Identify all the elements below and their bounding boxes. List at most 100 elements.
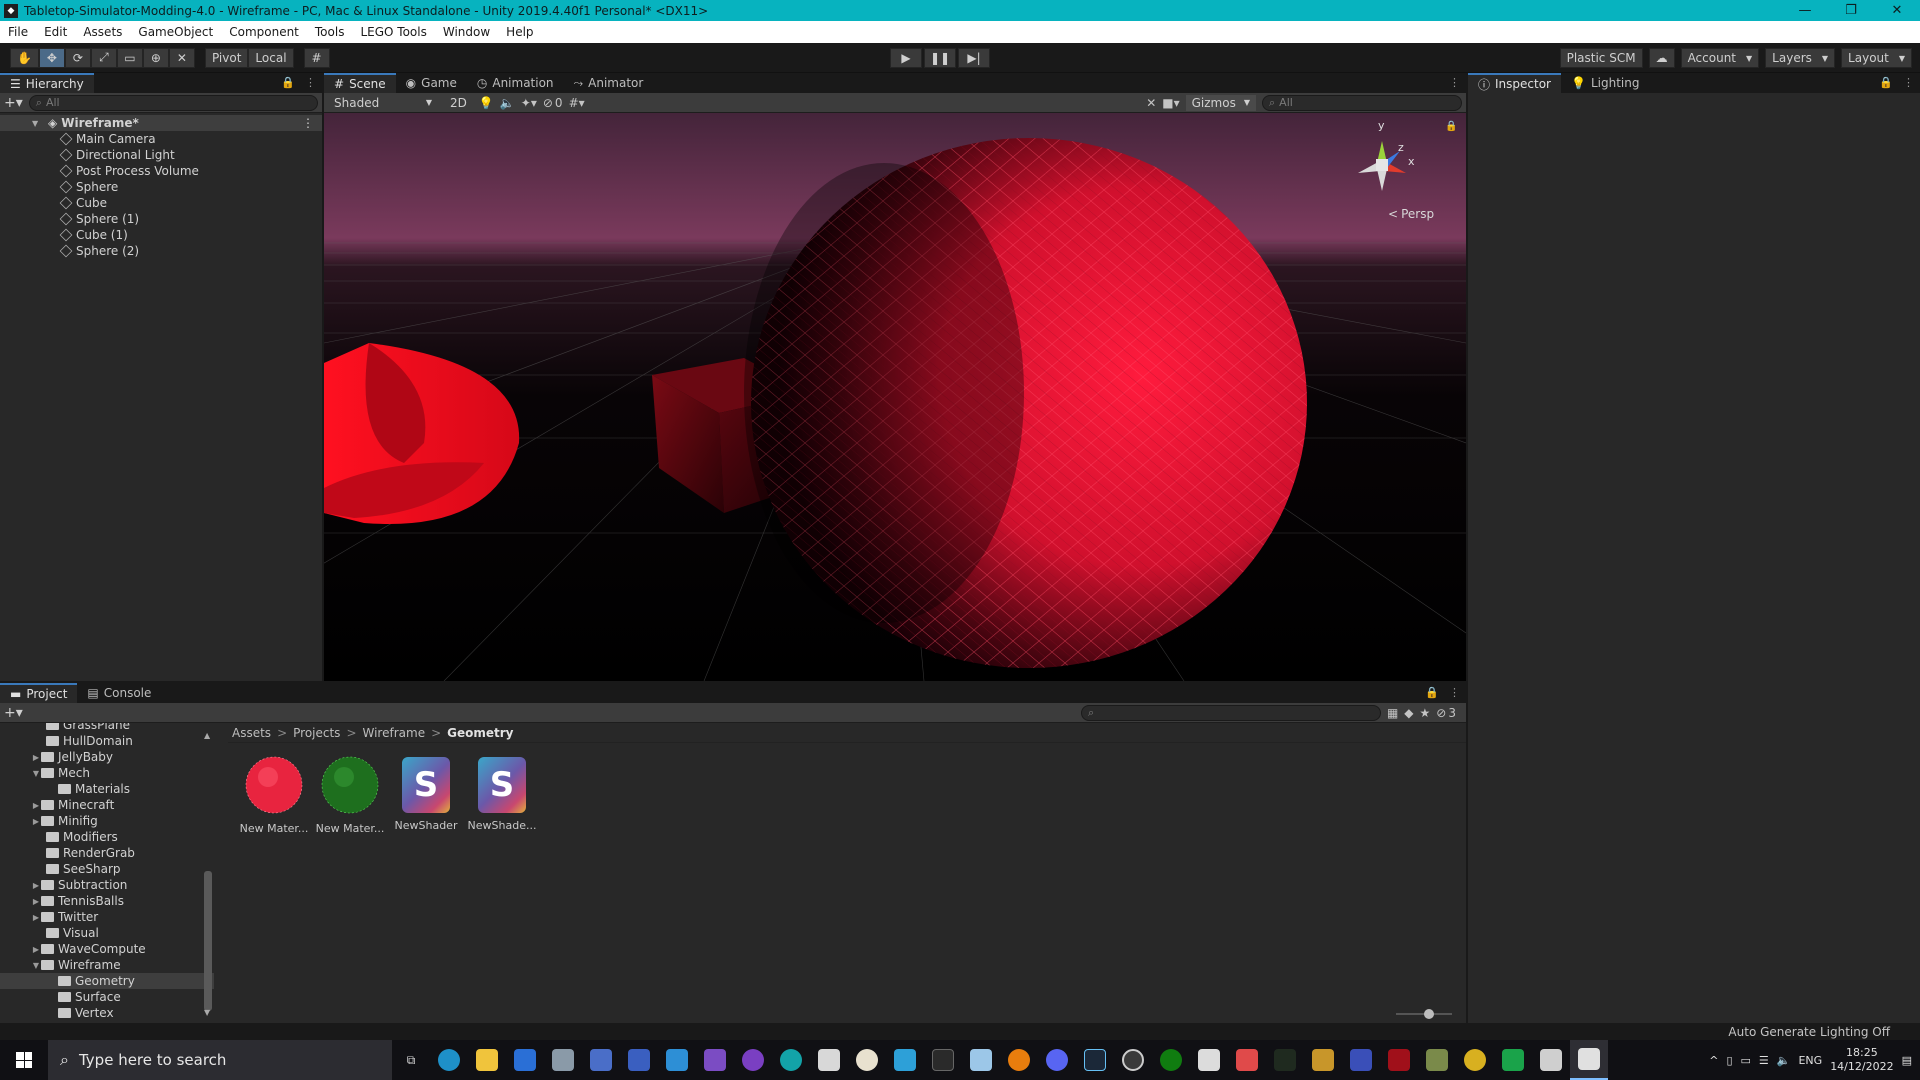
app-icon[interactable]	[1418, 1040, 1456, 1080]
cloud-icon[interactable]: ☁	[1648, 48, 1675, 68]
discord-icon[interactable]	[1038, 1040, 1076, 1080]
search-by-label-icon[interactable]: ◆	[1404, 706, 1413, 720]
github-desktop-icon[interactable]	[734, 1040, 772, 1080]
xml-editor-icon[interactable]	[810, 1040, 848, 1080]
restore-icon[interactable]: ❐	[1828, 0, 1874, 21]
hierarchy-item[interactable]: Post Process Volume	[0, 163, 322, 179]
unity-editor-active-icon[interactable]	[1570, 1040, 1608, 1080]
store-icon[interactable]	[506, 1040, 544, 1080]
hand-tool-icon[interactable]: ✋	[10, 47, 39, 68]
folder-item[interactable]: Modifiers	[0, 829, 214, 845]
expand-arrow-icon[interactable]: ▶	[31, 801, 41, 810]
asset-item[interactable]: S NewShade...	[466, 755, 538, 832]
folder-item[interactable]: ▼ Mech	[0, 765, 214, 781]
task-view-icon[interactable]: ⧉	[392, 1040, 430, 1080]
hierarchy-item[interactable]: Cube	[0, 195, 322, 211]
kebab-menu-icon[interactable]: ⋮	[1903, 76, 1914, 89]
menu-help[interactable]: Help	[498, 21, 541, 43]
asset-item[interactable]: New Mater...	[314, 755, 386, 835]
lock-icon[interactable]: 🔒	[1425, 686, 1439, 699]
chat-icon[interactable]	[1494, 1040, 1532, 1080]
folder-item[interactable]: ▶ WaveCompute	[0, 941, 214, 957]
rotate-tool-icon[interactable]: ⟳	[64, 47, 91, 68]
folder-item[interactable]: ▶ TennisBalls	[0, 893, 214, 909]
lock-icon[interactable]: 🔒	[1879, 76, 1893, 89]
transform-tool-icon[interactable]: ⊕	[142, 47, 169, 68]
unity-icon[interactable]	[1532, 1040, 1570, 1080]
blender-icon[interactable]	[1000, 1040, 1038, 1080]
tab-hierarchy[interactable]: ☰ Hierarchy	[0, 73, 94, 93]
hierarchy-item[interactable]: Sphere (2)	[0, 243, 322, 259]
expand-arrow-icon[interactable]: ▼	[31, 961, 41, 970]
folder-scrollbar[interactable]: ▲ ▼	[204, 731, 212, 1017]
folder-item[interactable]: ▼ Wireframe	[0, 957, 214, 973]
breadcrumb-item[interactable]: Wireframe	[363, 726, 426, 740]
menu-tools[interactable]: Tools	[307, 21, 353, 43]
monitor-icon[interactable]: ▭	[1741, 1054, 1751, 1067]
notification-icon[interactable]: ▤	[1902, 1054, 1912, 1067]
menu-window[interactable]: Window	[435, 21, 498, 43]
camera-icon[interactable]: ■▾	[1162, 96, 1179, 110]
move-tool-icon[interactable]: ✥	[38, 47, 65, 68]
tab-inspector[interactable]: ⓘ Inspector	[1468, 73, 1561, 93]
tab-scene[interactable]: # Scene	[324, 73, 396, 93]
mode-2d-toggle[interactable]: 2D	[444, 94, 473, 111]
volume-icon[interactable]: 🔈	[1777, 1054, 1791, 1067]
folder-item[interactable]: Vertex	[0, 1005, 214, 1021]
network-icon[interactable]: ☰	[1759, 1054, 1769, 1067]
app-icon[interactable]	[620, 1040, 658, 1080]
hierarchy-item[interactable]: Directional Light	[0, 147, 322, 163]
folder-item[interactable]: Visual	[0, 925, 214, 941]
folder-item[interactable]: ▶ Minifig	[0, 813, 214, 829]
kebab-menu-icon[interactable]: ⋮	[302, 116, 314, 130]
grid-snap-icon[interactable]: #	[303, 47, 330, 68]
expand-arrow-icon[interactable]: ▶	[31, 913, 41, 922]
custom-tool-icon[interactable]: ✕	[168, 47, 195, 68]
play-icon[interactable]: ▶	[890, 48, 922, 68]
grid-toggle-icon[interactable]: #▾	[569, 96, 585, 110]
breadcrumb-item[interactable]: Assets	[232, 726, 271, 740]
folder-item[interactable]: SeeSharp	[0, 861, 214, 877]
edge-icon[interactable]	[430, 1040, 468, 1080]
tray-expand-icon[interactable]: ^	[1709, 1054, 1718, 1067]
app-icon[interactable]	[1456, 1040, 1494, 1080]
hierarchy-item[interactable]: Main Camera	[0, 131, 322, 147]
menu-file[interactable]: File	[0, 21, 36, 43]
usb-icon[interactable]: ▯	[1726, 1054, 1732, 1067]
folder-item[interactable]: ▶ Minecraft	[0, 797, 214, 813]
lighting-toggle-icon[interactable]: 💡	[479, 96, 494, 110]
taskbar-search[interactable]: ⌕ Type here to search	[48, 1040, 392, 1080]
xbox-icon[interactable]	[1152, 1040, 1190, 1080]
expand-arrow-icon[interactable]: ▶	[31, 897, 41, 906]
app-icon[interactable]	[1380, 1040, 1418, 1080]
menu-gameobject[interactable]: GameObject	[130, 21, 221, 43]
breadcrumb-current[interactable]: Geometry	[447, 726, 513, 740]
folder-item[interactable]: Materials	[0, 781, 214, 797]
add-icon[interactable]: +▾	[4, 705, 23, 721]
app-icon[interactable]	[1342, 1040, 1380, 1080]
layers-dropdown[interactable]: Layers ▼	[1765, 48, 1836, 68]
expand-arrow-icon[interactable]: ▼	[31, 769, 41, 778]
scroll-up-icon[interactable]: ▲	[204, 731, 210, 740]
gizmos-dropdown[interactable]: Gizmos ▼	[1185, 94, 1256, 111]
steam-icon[interactable]	[1076, 1040, 1114, 1080]
app-icon[interactable]	[1228, 1040, 1266, 1080]
pause-icon[interactable]: ❚❚	[924, 48, 956, 68]
asset-item[interactable]: New Mater...	[238, 755, 310, 835]
folder-item[interactable]: GrassPlane	[0, 723, 214, 733]
hierarchy-search[interactable]: ⌕ All	[28, 94, 318, 111]
app-icon[interactable]	[886, 1040, 924, 1080]
file-explorer-icon[interactable]	[468, 1040, 506, 1080]
expand-arrow-icon[interactable]: ▶	[31, 817, 41, 826]
tools-icon[interactable]: ✕	[1146, 96, 1156, 110]
project-search[interactable]: ⌕	[1080, 704, 1381, 721]
breadcrumb-item[interactable]: Projects	[293, 726, 340, 740]
folder-item[interactable]: ▶ Subtraction	[0, 877, 214, 893]
rect-tool-icon[interactable]: ▭	[116, 47, 143, 68]
scrollbar-thumb[interactable]	[204, 871, 212, 1011]
close-icon[interactable]: ✕	[1874, 0, 1920, 21]
app-icon[interactable]	[544, 1040, 582, 1080]
scroll-down-icon[interactable]: ▼	[204, 1008, 210, 1017]
asset-item[interactable]: S NewShader	[390, 755, 462, 832]
expand-arrow-icon[interactable]: ▼	[32, 119, 38, 128]
